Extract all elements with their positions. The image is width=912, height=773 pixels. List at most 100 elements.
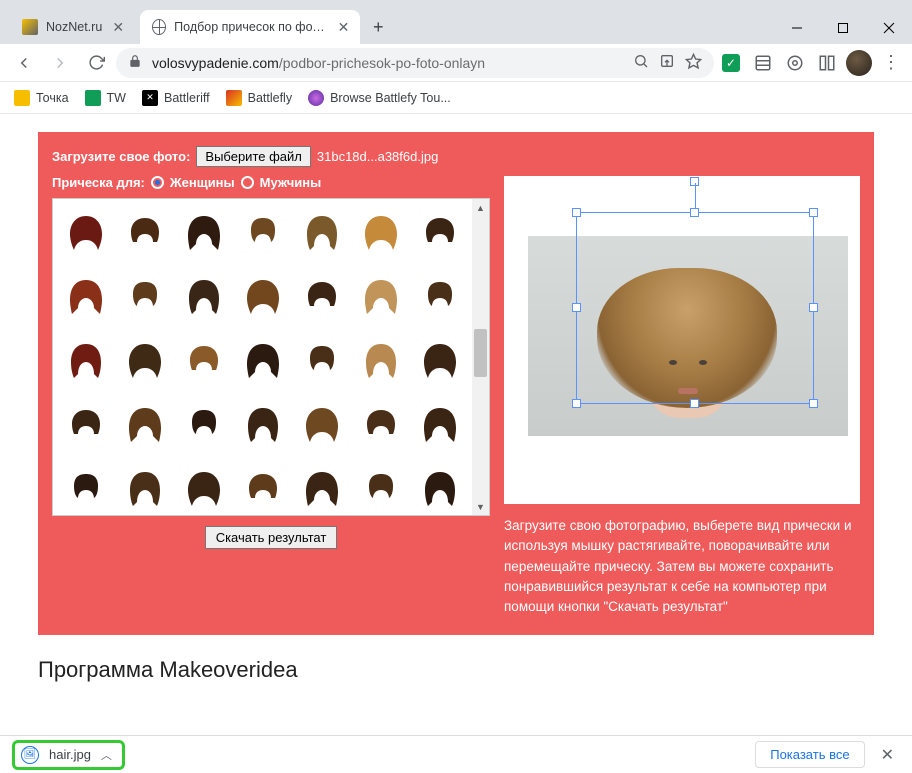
hairstyle-option[interactable] [352, 459, 409, 515]
download-result-button[interactable]: Скачать результат [205, 526, 338, 549]
gender-men-label: Мужчины [260, 175, 322, 190]
tab-title: Подбор причесок по фото онла [174, 20, 329, 34]
bookmark-label: Browse Battlefy Tou... [330, 91, 451, 105]
close-icon[interactable]: ✕ [110, 19, 126, 35]
hairstyle-option[interactable] [352, 203, 409, 265]
gender-men-radio[interactable] [241, 176, 254, 189]
hairstyle-option[interactable] [175, 203, 232, 265]
hairstyle-option[interactable] [57, 267, 114, 329]
hairstyle-option[interactable] [411, 395, 468, 457]
hairstyle-option[interactable] [234, 331, 291, 393]
maximize-button[interactable] [820, 12, 866, 44]
bookmark-icon [14, 90, 30, 106]
extension-icon[interactable]: ✓ [718, 50, 744, 76]
bookmark-icon [308, 90, 324, 106]
bookmark-icon [85, 90, 101, 106]
forward-button[interactable] [44, 47, 76, 79]
hairstyle-option[interactable] [234, 459, 291, 515]
hairstyle-option[interactable] [175, 395, 232, 457]
bookmark-item[interactable]: Точка [14, 90, 69, 106]
hairstyle-option[interactable] [175, 459, 232, 515]
extensions-area: ✓ ⋮ [718, 50, 904, 76]
hairstyle-option[interactable] [411, 267, 468, 329]
hairstyle-option[interactable] [57, 395, 114, 457]
hairstyle-option[interactable] [116, 459, 173, 515]
toolbar: volosvypadenie.com/podbor-prichesok-po-f… [0, 44, 912, 82]
back-button[interactable] [8, 47, 40, 79]
gender-women-radio[interactable] [151, 176, 164, 189]
address-bar[interactable]: volosvypadenie.com/podbor-prichesok-po-f… [116, 48, 714, 78]
scroll-down-icon[interactable]: ▼ [472, 498, 489, 515]
bookmark-icon [226, 90, 242, 106]
bookmark-icon: ✕ [142, 90, 158, 106]
url-text: volosvypadenie.com/podbor-prichesok-po-f… [152, 55, 485, 71]
new-tab-button[interactable]: + [364, 13, 392, 41]
downloads-shelf: 🖼 hair.jpg ︿ Показать все ✕ [0, 735, 912, 773]
hairstyle-option[interactable] [116, 395, 173, 457]
reload-button[interactable] [80, 47, 112, 79]
hairstyle-option[interactable] [293, 331, 350, 393]
extension-icon[interactable] [814, 50, 840, 76]
page-viewport: Загрузите свое фото: Выберите файл 31bc1… [0, 114, 912, 735]
profile-avatar[interactable] [846, 50, 872, 76]
hairstyle-option[interactable] [293, 395, 350, 457]
hairstyle-grid: ▲ ▼ [52, 198, 490, 516]
section-heading: Программа Makeoveridea [38, 657, 874, 683]
download-item[interactable]: 🖼 hair.jpg ︿ [12, 740, 125, 770]
window-titlebar: NozNet.ru ✕ Подбор причесок по фото онла… [0, 0, 912, 44]
browser-tab-active[interactable]: Подбор причесок по фото онла ✕ [140, 10, 360, 44]
hairstyle-option[interactable] [57, 459, 114, 515]
hairstyle-option[interactable] [234, 203, 291, 265]
bookmark-label: TW [107, 91, 126, 105]
hairstyle-option[interactable] [57, 203, 114, 265]
scroll-thumb[interactable] [474, 329, 487, 377]
hairstyle-option[interactable] [411, 331, 468, 393]
scroll-up-icon[interactable]: ▲ [472, 199, 489, 216]
menu-button[interactable]: ⋮ [878, 50, 904, 76]
chevron-up-icon[interactable]: ︿ [101, 747, 112, 763]
preview-canvas[interactable] [504, 176, 860, 504]
scrollbar[interactable]: ▲ ▼ [472, 199, 489, 515]
hairstyle-option[interactable] [116, 267, 173, 329]
share-icon[interactable] [659, 53, 675, 72]
hairstyle-option[interactable] [352, 395, 409, 457]
hairstyle-option[interactable] [293, 203, 350, 265]
hairstyle-option[interactable] [411, 203, 468, 265]
hairstyle-option[interactable] [293, 267, 350, 329]
hairstyle-option[interactable] [234, 267, 291, 329]
tab-title: NozNet.ru [46, 20, 102, 34]
hairstyle-option[interactable] [293, 459, 350, 515]
download-filename: hair.jpg [49, 747, 91, 762]
hairstyle-option[interactable] [411, 459, 468, 515]
close-icon[interactable]: ✕ [337, 19, 351, 35]
search-icon[interactable] [633, 53, 649, 72]
lock-icon [128, 54, 142, 71]
bookmark-label: Точка [36, 91, 69, 105]
bookmark-star-icon[interactable] [685, 53, 702, 73]
hairstyle-option[interactable] [57, 331, 114, 393]
minimize-button[interactable] [774, 12, 820, 44]
bookmark-item[interactable]: Battlefly [226, 90, 292, 106]
hairstyle-option[interactable] [116, 331, 173, 393]
bookmark-item[interactable]: Browse Battlefy Tou... [308, 90, 451, 106]
hairstyle-option[interactable] [116, 203, 173, 265]
hairstyle-option[interactable] [175, 331, 232, 393]
gender-label: Прическа для: [52, 175, 145, 190]
close-shelf-button[interactable]: ✕ [875, 745, 900, 765]
bookmark-item[interactable]: ✕Battleriff [142, 90, 210, 106]
window-close-button[interactable] [866, 12, 912, 44]
file-icon: 🖼 [21, 746, 39, 764]
hairstyle-option[interactable] [234, 395, 291, 457]
hairstyle-option[interactable] [175, 267, 232, 329]
globe-icon [152, 19, 166, 35]
show-all-downloads-button[interactable]: Показать все [755, 741, 864, 768]
extension-icon[interactable] [750, 50, 776, 76]
bookmark-item[interactable]: TW [85, 90, 126, 106]
upload-label: Загрузите свое фото: [52, 149, 190, 164]
choose-file-button[interactable]: Выберите файл [196, 146, 310, 167]
selection-box[interactable] [576, 212, 814, 404]
extension-icon[interactable] [782, 50, 808, 76]
hairstyle-option[interactable] [352, 267, 409, 329]
browser-tab-inactive[interactable]: NozNet.ru ✕ [10, 10, 136, 44]
hairstyle-option[interactable] [352, 331, 409, 393]
